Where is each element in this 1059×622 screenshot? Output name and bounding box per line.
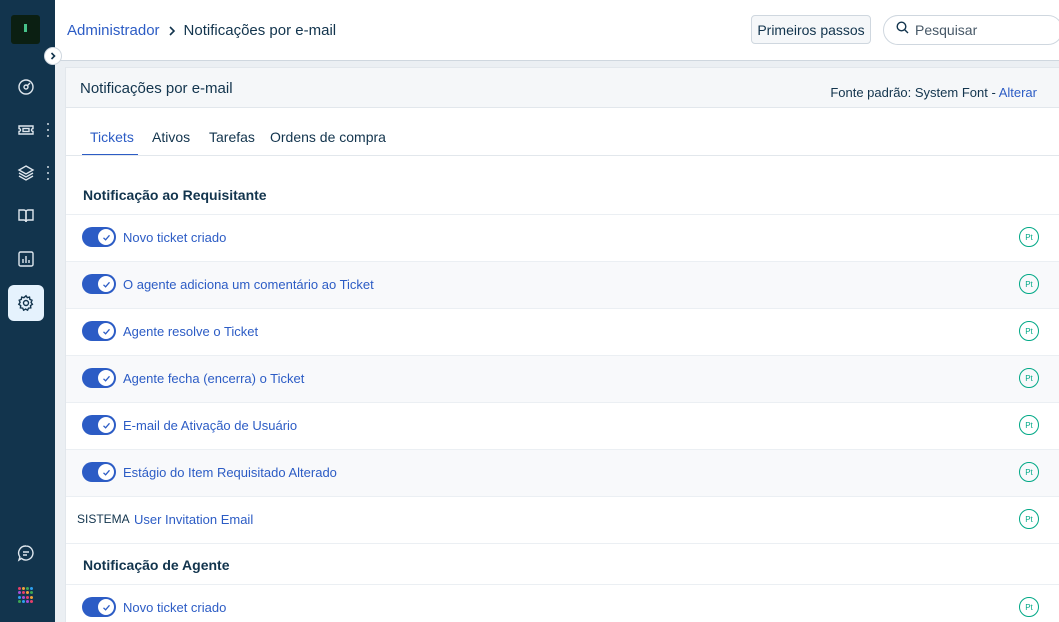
notification-toggle[interactable] [82, 274, 116, 294]
tabs-divider [66, 155, 1059, 156]
notification-link[interactable]: O agente adiciona um comentário ao Ticke… [123, 277, 374, 292]
dashboard-icon[interactable] [8, 69, 44, 105]
default-font-label: Fonte padrão: System Font - [830, 85, 996, 100]
notification-link[interactable]: Agente fecha (encerra) o Ticket [123, 371, 304, 386]
section-title-requester: Notificação ao Requisitante [83, 187, 267, 203]
notification-link[interactable]: User Invitation Email [134, 512, 253, 527]
notification-toggle[interactable] [82, 368, 116, 388]
notification-row: Estágio do Item Requisitado Alterado Pt [66, 449, 1059, 496]
notification-row: O agente adiciona um comentário ao Ticke… [66, 261, 1059, 308]
notification-row: Agente resolve o Ticket Pt [66, 308, 1059, 355]
language-badge[interactable]: Pt [1019, 462, 1039, 482]
sidebar [0, 0, 55, 622]
tab-ordens-de-compra[interactable]: Ordens de compra [270, 129, 386, 145]
notification-link[interactable]: Agente resolve o Ticket [123, 324, 258, 339]
assets-more-icon[interactable] [46, 166, 50, 180]
notification-toggle[interactable] [82, 321, 116, 341]
tab-ativos[interactable]: Ativos [152, 129, 190, 145]
tab-tarefas[interactable]: Tarefas [209, 129, 255, 145]
settings-gear-icon[interactable] [8, 285, 44, 321]
notification-toggle[interactable] [82, 597, 116, 617]
language-badge[interactable]: Pt [1019, 509, 1039, 529]
notification-toggle[interactable] [82, 227, 116, 247]
language-badge[interactable]: Pt [1019, 321, 1039, 341]
language-badge[interactable]: Pt [1019, 597, 1039, 617]
notification-toggle[interactable] [82, 462, 116, 482]
language-badge[interactable]: Pt [1019, 227, 1039, 247]
notification-row: SISTEMA User Invitation Email Pt [66, 496, 1059, 543]
notification-link[interactable]: Novo ticket criado [123, 230, 226, 245]
search-input[interactable] [915, 22, 1045, 38]
notification-row: Novo ticket criado Pt [66, 584, 1059, 622]
language-badge[interactable]: Pt [1019, 415, 1039, 435]
email-notifications-panel: Notificações por e-mail Fonte padrão: Sy… [65, 67, 1059, 622]
book-icon[interactable] [8, 198, 44, 234]
breadcrumb: Administrador Notificações por e-mail [67, 22, 336, 39]
ticket-icon[interactable] [8, 112, 44, 148]
top-header: Administrador Notificações por e-mail Pr… [55, 0, 1059, 61]
language-badge[interactable]: Pt [1019, 368, 1039, 388]
breadcrumb-admin-link[interactable]: Administrador [67, 22, 160, 39]
notification-row: Agente fecha (encerra) o Ticket Pt [66, 355, 1059, 402]
page-title: Notificações por e-mail [183, 22, 337, 39]
notification-link[interactable]: Novo ticket criado [123, 600, 226, 615]
layers-icon[interactable] [8, 155, 44, 191]
notification-link[interactable]: Estágio do Item Requisitado Alterado [123, 465, 337, 480]
chevron-right-icon [168, 25, 176, 36]
panel-header: Notificações por e-mail Fonte padrão: Sy… [66, 68, 1059, 108]
system-tag: SISTEMA [77, 512, 130, 526]
getting-started-button[interactable]: Primeiros passos [751, 15, 871, 44]
notification-row: E-mail de Ativação de Usuário Pt [66, 402, 1059, 449]
notification-row: Novo ticket criado Pt [66, 214, 1059, 261]
reports-icon[interactable] [8, 241, 44, 277]
notification-link[interactable]: E-mail de Ativação de Usuário [123, 418, 297, 433]
language-badge[interactable]: Pt [1019, 274, 1039, 294]
tab-tickets[interactable]: Tickets [90, 129, 134, 145]
section-title-agent: Notificação de Agente [83, 557, 230, 573]
search-box[interactable] [883, 15, 1059, 45]
apps-grid-icon[interactable] [18, 587, 34, 603]
notification-toggle[interactable] [82, 415, 116, 435]
chat-icon[interactable] [8, 535, 44, 571]
section-divider [66, 543, 1059, 544]
change-font-link[interactable]: Alterar [999, 85, 1037, 100]
tickets-more-icon[interactable] [46, 123, 50, 137]
search-icon [896, 21, 909, 39]
default-font-info: Fonte padrão: System Font - Alterar [830, 85, 1037, 100]
panel-title: Notificações por e-mail [80, 80, 233, 97]
app-logo[interactable] [11, 15, 40, 44]
sidebar-expand-button[interactable] [44, 47, 62, 65]
